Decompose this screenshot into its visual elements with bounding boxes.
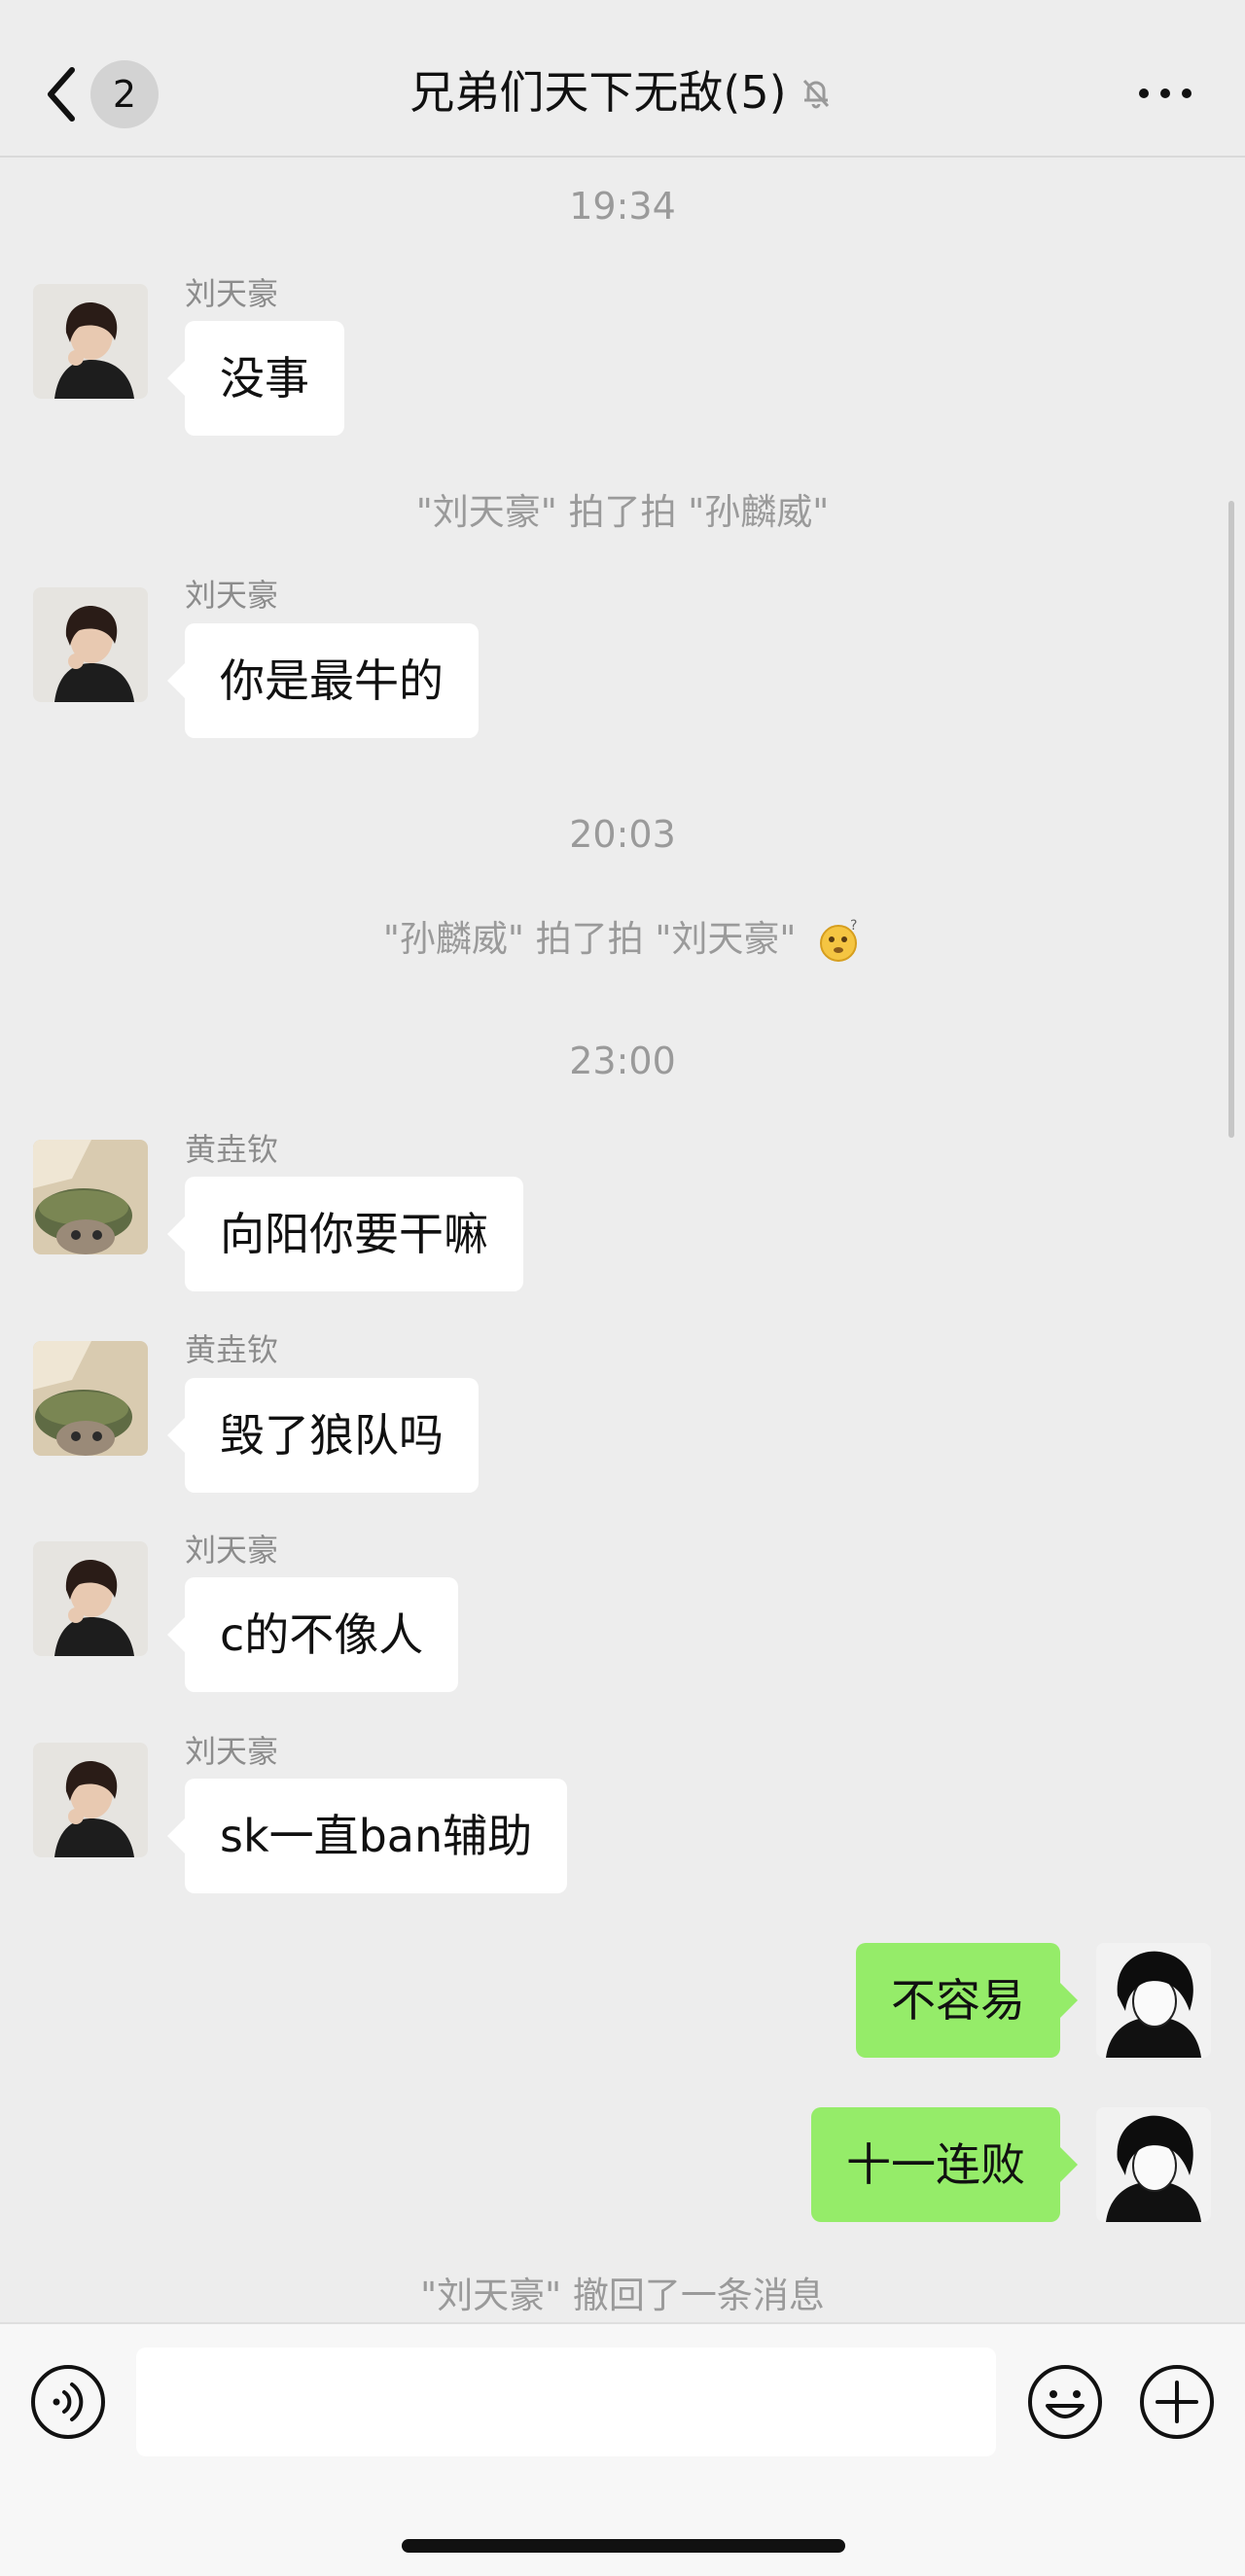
voice-input-icon[interactable] — [29, 2363, 107, 2441]
message-timestamp: 20:03 — [569, 813, 676, 856]
message-bubble[interactable]: sk一直ban辅助 — [166, 1779, 568, 1893]
sender-avatar[interactable] — [33, 1341, 148, 1456]
message-bubble-self[interactable]: 不容易 — [856, 1943, 1078, 2058]
sender-avatar[interactable] — [33, 587, 148, 702]
message-bubble-self[interactable]: 十一连败 — [811, 2107, 1078, 2222]
more-options-icon[interactable] — [1136, 74, 1194, 113]
system-message-text: "孙麟威" 拍了拍 "刘天豪" — [382, 918, 797, 960]
system-message: "孙麟威" 拍了拍 "刘天豪" ? — [0, 909, 1245, 965]
input-bar — [0, 2322, 1245, 2576]
message-timestamp: 23:00 — [569, 1040, 676, 1082]
sender-avatar[interactable] — [33, 1541, 148, 1656]
thinking-emoji-icon: ? — [820, 918, 858, 962]
system-message: "刘天豪" 撤回了一条消息 — [420, 2275, 825, 2316]
self-avatar[interactable] — [1096, 2107, 1211, 2222]
emoji-icon[interactable] — [1026, 2363, 1104, 2441]
svg-text:?: ? — [850, 918, 857, 934]
scrollbar[interactable] — [1228, 501, 1234, 1138]
message-bubble[interactable]: 毁了狼队吗 — [167, 1378, 479, 1493]
self-avatar[interactable] — [1096, 1943, 1211, 2058]
mute-bell-icon — [802, 79, 829, 108]
message-timestamp: 19:34 — [569, 185, 676, 228]
message-input[interactable] — [136, 2347, 996, 2456]
sender-name: 黄垚钦 — [185, 1331, 279, 1368]
sender-name: 黄垚钦 — [185, 1131, 279, 1168]
chat-header: 2 兄弟们天下无敌(5) — [0, 0, 1245, 158]
chat-title-area: 兄弟们天下无敌(5) — [0, 58, 1245, 126]
sender-avatar[interactable] — [33, 1140, 148, 1254]
message-bubble[interactable]: 没事 — [167, 321, 344, 436]
sender-avatar[interactable] — [33, 284, 148, 399]
sender-name: 刘天豪 — [185, 1532, 279, 1569]
message-bubble[interactable]: 向阳你要干嘛 — [167, 1177, 523, 1291]
sender-name: 刘天豪 — [185, 275, 279, 312]
sender-name: 刘天豪 — [185, 1733, 279, 1770]
sender-avatar[interactable] — [33, 1743, 148, 1857]
home-indicator — [402, 2539, 845, 2553]
chat-title: 兄弟们天下无敌(5) — [409, 66, 787, 119]
sender-name: 刘天豪 — [185, 577, 279, 614]
message-bubble[interactable]: c的不像人 — [166, 1577, 459, 1692]
system-message: "刘天豪" 拍了拍 "孙麟威" — [415, 491, 830, 533]
message-bubble[interactable]: 你是最牛的 — [167, 623, 479, 738]
add-more-icon[interactable] — [1138, 2363, 1216, 2441]
